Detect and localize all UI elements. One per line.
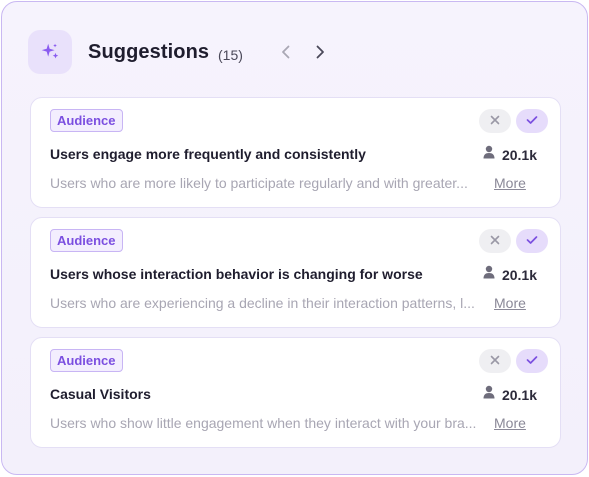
close-icon [490, 112, 500, 130]
suggestion-card: Audience Users whose interaction behavio… [30, 217, 561, 328]
audience-size: 20.1k [483, 145, 537, 164]
audience-count: 20.1k [501, 386, 537, 403]
reject-button[interactable] [479, 349, 511, 373]
suggestions-header: Suggestions (15) [28, 30, 568, 76]
suggestion-title: Casual Visitors [50, 386, 151, 402]
suggestion-card: Audience Users engage more frequently an… [30, 97, 561, 208]
audience-count: 20.1k [501, 266, 537, 283]
reject-button[interactable] [479, 229, 511, 253]
accept-button[interactable] [516, 229, 548, 253]
more-link[interactable]: More [494, 295, 526, 311]
check-icon [526, 232, 538, 250]
close-icon [490, 232, 500, 250]
category-badge: Audience [50, 349, 123, 372]
category-badge: Audience [50, 109, 123, 132]
suggestion-card: Audience Casual Visitors 20.1k Users who… [30, 337, 561, 448]
audience-size: 20.1k [483, 385, 537, 404]
accept-button[interactable] [516, 349, 548, 373]
more-link[interactable]: More [494, 175, 526, 191]
suggestions-count: (15) [218, 47, 243, 63]
page-title: Suggestions [88, 41, 210, 63]
suggestion-description: Users who are experiencing a decline in … [50, 295, 475, 311]
chevron-left-icon[interactable] [277, 43, 295, 61]
reject-button[interactable] [479, 109, 511, 133]
suggestions-panel: Suggestions (15) Audience Users engage m… [1, 1, 588, 475]
user-icon [483, 385, 495, 404]
suggestion-description: Users who show little engagement when th… [50, 415, 477, 431]
check-icon [526, 112, 538, 130]
user-icon [483, 145, 495, 164]
audience-count: 20.1k [501, 146, 537, 163]
user-icon [483, 265, 495, 284]
audience-size: 20.1k [483, 265, 537, 284]
chevron-right-icon[interactable] [311, 43, 329, 61]
accept-button[interactable] [516, 109, 548, 133]
suggestion-title: Users engage more frequently and consist… [50, 146, 366, 162]
check-icon [526, 352, 538, 370]
more-link[interactable]: More [494, 415, 526, 431]
sparkles-icon [28, 30, 72, 74]
close-icon [490, 352, 500, 370]
category-badge: Audience [50, 229, 123, 252]
suggestion-title: Users whose interaction behavior is chan… [50, 266, 423, 282]
suggestion-description: Users who are more likely to participate… [50, 175, 468, 191]
